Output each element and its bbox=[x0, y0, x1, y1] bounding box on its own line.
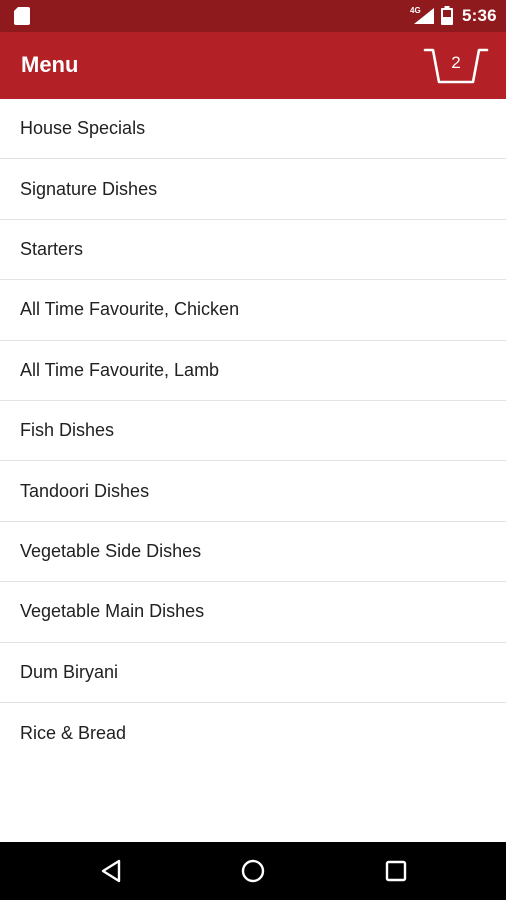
cart-button[interactable]: 2 bbox=[422, 46, 490, 86]
cart-count-badge: 2 bbox=[451, 53, 461, 72]
menu-item-dum-biryani[interactable]: Dum Biryani bbox=[0, 642, 506, 703]
menu-category-list: House Specials Signature Dishes Starters… bbox=[0, 99, 506, 764]
menu-item-rice-bread[interactable]: Rice & Bread bbox=[0, 702, 506, 764]
menu-item-fish-dishes[interactable]: Fish Dishes bbox=[0, 400, 506, 462]
signal-icon bbox=[414, 8, 434, 24]
back-icon[interactable] bbox=[97, 856, 127, 886]
menu-item-vegetable-side-dishes[interactable]: Vegetable Side Dishes bbox=[0, 521, 506, 583]
menu-item-vegetable-main-dishes[interactable]: Vegetable Main Dishes bbox=[0, 582, 506, 643]
menu-item-house-specials[interactable]: House Specials bbox=[0, 99, 506, 160]
battery-icon bbox=[441, 6, 453, 25]
menu-item-tandoori-dishes[interactable]: Tandoori Dishes bbox=[0, 461, 506, 522]
menu-item-starters[interactable]: Starters bbox=[0, 219, 506, 281]
menu-item-favourite-chicken[interactable]: All Time Favourite, Chicken bbox=[0, 280, 506, 341]
recents-icon[interactable] bbox=[381, 856, 411, 886]
menu-item-favourite-lamb[interactable]: All Time Favourite, Lamb bbox=[0, 340, 506, 401]
status-bar: 4G 5:36 bbox=[0, 0, 506, 32]
page-title: Menu bbox=[21, 52, 79, 77]
home-icon[interactable] bbox=[238, 856, 268, 886]
menu-item-signature-dishes[interactable]: Signature Dishes bbox=[0, 159, 506, 220]
navigation-bar bbox=[0, 842, 506, 900]
status-clock: 5:36 bbox=[462, 6, 497, 25]
sd-card-icon bbox=[14, 7, 30, 25]
app-bar: Menu 2 bbox=[0, 32, 506, 99]
